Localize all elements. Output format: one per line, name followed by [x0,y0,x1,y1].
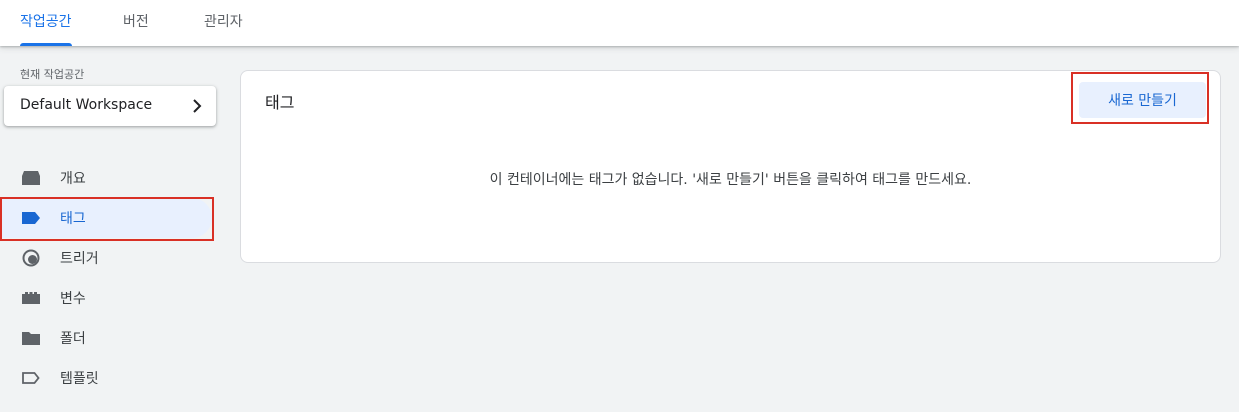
workspace-selector[interactable]: Default Workspace [4,86,216,126]
new-tag-button[interactable]: 새로 만들기 [1079,82,1206,118]
tags-card: 태그 새로 만들기 이 컨테이너에는 태그가 없습니다. '새로 만들기' 버튼… [240,70,1221,263]
tab-versions[interactable]: 버전 [123,0,149,46]
variable-icon [21,289,41,307]
overview-icon [21,169,41,187]
sidebar-item-templates[interactable]: 템플릿 [0,358,212,398]
sidebar-item-overview[interactable]: 개요 [0,158,212,198]
sidebar-item-label: 폴더 [60,331,86,347]
sidebar-item-folders[interactable]: 폴더 [0,318,212,358]
tab-admin[interactable]: 관리자 [204,0,243,46]
tab-versions-label: 버전 [123,14,149,30]
tag-icon [21,209,41,227]
sidebar-item-label: 개요 [60,171,86,187]
trigger-icon [21,249,41,267]
tab-workspace-label: 작업공간 [20,14,72,30]
chevron-right-icon [193,99,202,113]
page-title: 태그 [265,93,295,112]
sidebar-item-variables[interactable]: 변수 [0,278,212,318]
tab-admin-label: 관리자 [204,14,243,30]
sidebar-item-label: 변수 [60,291,86,307]
sidebar-item-triggers[interactable]: 트리거 [0,238,212,278]
tab-workspace[interactable]: 작업공간 [20,0,72,46]
current-workspace-label: 현재 작업공간 [20,68,85,81]
template-icon [21,369,41,387]
empty-state-message: 이 컨테이너에는 태그가 없습니다. '새로 만들기' 버튼을 클릭하여 태그를… [489,172,972,188]
sidebar-item-tags[interactable]: 태그 [0,198,212,238]
active-tab-indicator [20,43,72,46]
workspace-name: Default Workspace [20,97,153,113]
sidebar-item-label: 트리거 [60,251,99,267]
top-tab-bar: 작업공간 버전 관리자 [0,0,1239,46]
folder-icon [21,329,41,347]
sidebar-item-label: 태그 [60,211,86,227]
sidebar-item-label: 템플릿 [60,371,99,387]
